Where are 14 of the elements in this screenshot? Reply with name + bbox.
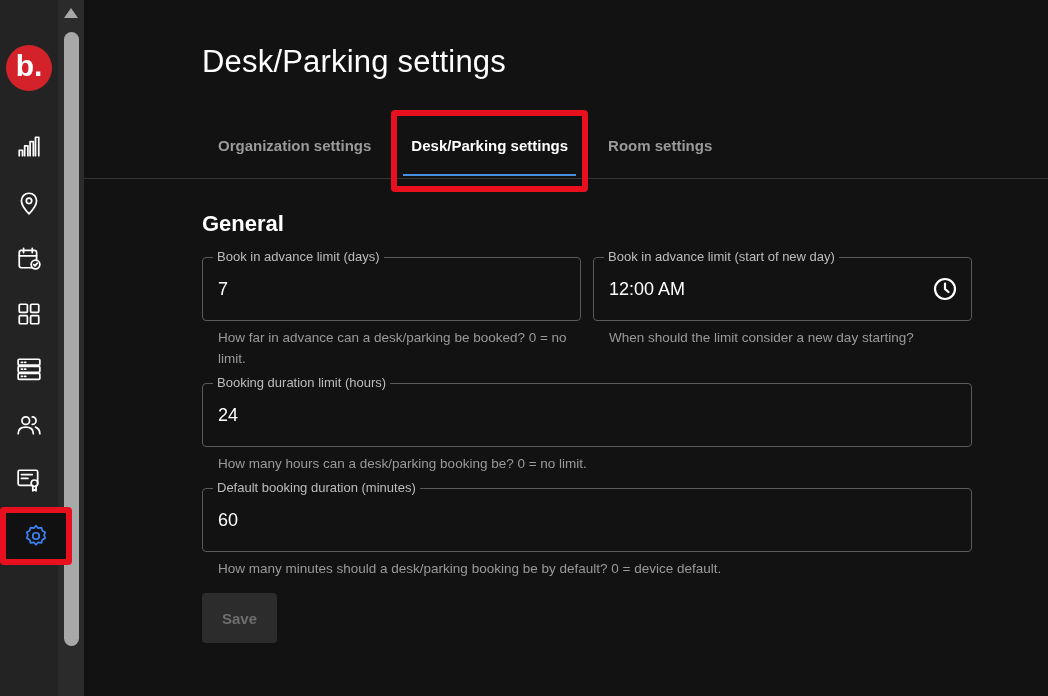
field-label: Booking duration limit (hours) (213, 375, 391, 391)
helper-text: How many hours can a desk/parking booking be? 0 = no limit. (218, 455, 588, 473)
tab[interactable]: Room settings (600, 116, 721, 176)
field-label: Book in advance limit (start of new day) (604, 249, 839, 265)
field-label: Default booking duration (minutes) (213, 480, 420, 496)
logo[interactable]: b. (6, 45, 52, 91)
field-label: Book in advance limit (days) (213, 249, 384, 265)
helper-text: How far in advance can a desk/parking be booked? 0 = no limit. (218, 329, 568, 368)
section-heading: General (202, 211, 285, 237)
tab[interactable]: Organization settings (210, 116, 380, 176)
tab[interactable]: Desk/Parking settings (403, 116, 577, 176)
helper-text: How many minutes should a desk/parking booking be by default? 0 = device default. (218, 560, 723, 578)
page-title: Desk/Parking settings (202, 44, 507, 80)
helper-text: When should the limit consider a new day starting? (609, 329, 915, 347)
